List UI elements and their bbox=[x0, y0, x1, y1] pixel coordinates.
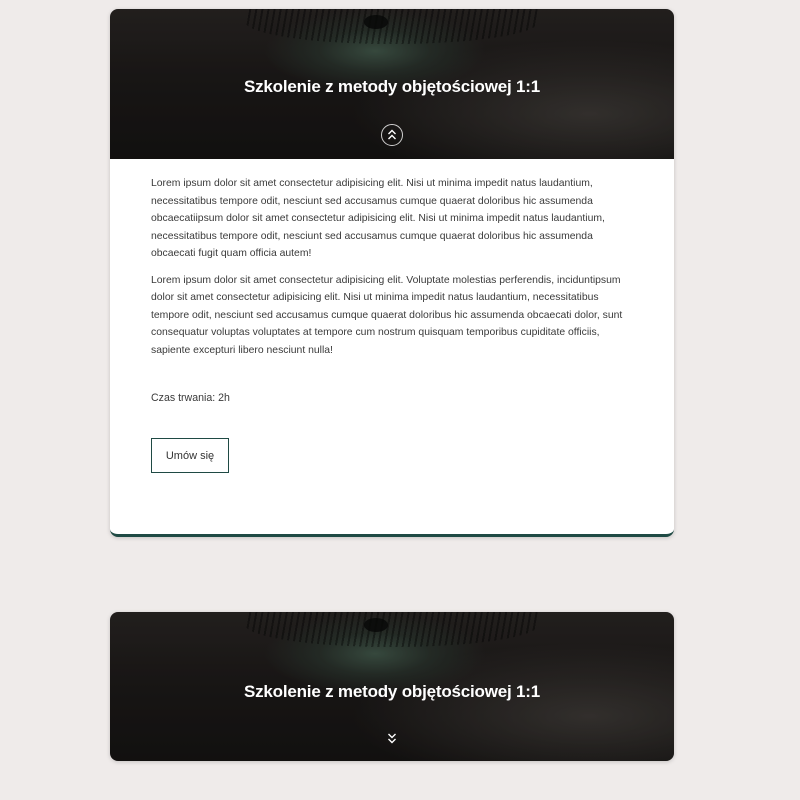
course-hero-image[interactable]: Szkolenie z metody objętościowej 1:1 bbox=[110, 612, 674, 761]
course-duration: Czas trwania: 2h bbox=[151, 392, 230, 404]
course-description: Lorem ipsum dolor sit amet consectetur a… bbox=[110, 159, 674, 473]
chevrons-down-icon[interactable] bbox=[383, 729, 401, 747]
course-title[interactable]: Szkolenie z metody objętościowej 1:1 bbox=[110, 77, 674, 97]
course-title[interactable]: Szkolenie z metody objętościowej 1:1 bbox=[110, 682, 674, 702]
chevrons-up-icon[interactable] bbox=[381, 124, 403, 146]
description-paragraph: Lorem ipsum dolor sit amet consectetur a… bbox=[151, 274, 623, 356]
course-card: Szkolenie z metody objętościowej 1:1 bbox=[110, 612, 674, 761]
book-appointment-button[interactable]: Umów się bbox=[151, 438, 229, 473]
description-paragraph: Lorem ipsum dolor sit amet consectetur a… bbox=[151, 178, 605, 259]
course-card: Szkolenie z metody objętościowej 1:1 Lor… bbox=[110, 9, 674, 537]
course-hero-image[interactable]: Szkolenie z metody objętościowej 1:1 bbox=[110, 9, 674, 159]
